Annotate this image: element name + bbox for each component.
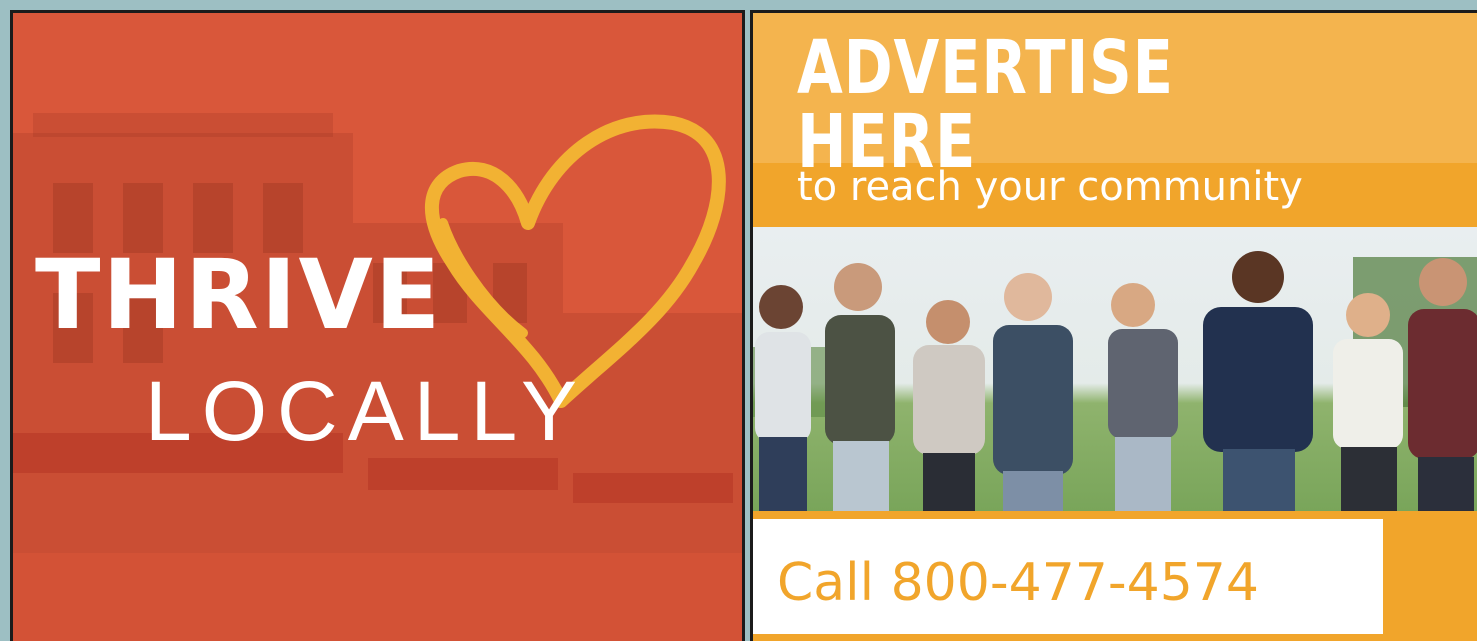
reach-subheadline: to reach your community <box>797 164 1303 210</box>
phone-number[interactable]: Call 800-477-4574 <box>777 557 1259 609</box>
advertise-headline: ADVERTISE HERE <box>797 25 1174 185</box>
call-box[interactable]: Call 800-477-4574 <box>753 519 1383 634</box>
advertise-here-ad[interactable]: ADVERTISE HERE to reach your community C… <box>750 10 1477 641</box>
group-of-people-photo <box>753 227 1477 511</box>
thrive-heading: THRIVE <box>35 239 443 351</box>
locally-heading: LOCALLY <box>145 364 587 458</box>
thrive-locally-ad[interactable]: THRIVE LOCALLY <box>10 10 745 641</box>
people-illustration <box>753 251 1477 511</box>
